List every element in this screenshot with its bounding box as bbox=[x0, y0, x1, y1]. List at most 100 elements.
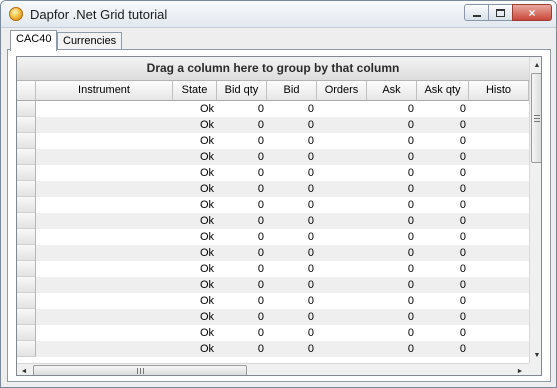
app-icon[interactable] bbox=[9, 7, 23, 21]
column-header-histo[interactable]: Histo bbox=[469, 81, 529, 101]
table-cell bbox=[317, 101, 367, 117]
table-row[interactable]: Ok 0 0 0 0 bbox=[17, 181, 529, 197]
table-cell: 0 bbox=[257, 279, 264, 291]
table-cell bbox=[36, 149, 173, 165]
row-selector[interactable] bbox=[17, 197, 36, 213]
horizontal-scrollbar[interactable]: ◄ ► bbox=[17, 363, 529, 375]
row-selector[interactable] bbox=[17, 277, 36, 293]
table-cell: 0 bbox=[407, 263, 414, 275]
table-row[interactable]: Ok 0 0 0 0 bbox=[17, 149, 529, 165]
table-row[interactable]: Ok 0 0 0 0 bbox=[17, 133, 529, 149]
scrollbar-corner bbox=[529, 363, 541, 375]
row-selector[interactable] bbox=[17, 229, 36, 245]
table-row[interactable]: Ok 0 0 0 0 bbox=[17, 293, 529, 309]
column-header-state[interactable]: State bbox=[173, 81, 217, 101]
header-corner[interactable] bbox=[17, 81, 36, 101]
vertical-scroll-thumb[interactable] bbox=[531, 73, 541, 163]
table-cell bbox=[36, 341, 173, 357]
table-cell: 0 bbox=[307, 295, 314, 307]
table-cell: Ok bbox=[199, 135, 214, 147]
row-selector[interactable] bbox=[17, 117, 36, 133]
maximize-button[interactable] bbox=[488, 4, 513, 21]
table-cell: 0 bbox=[459, 167, 466, 179]
table-cell bbox=[317, 261, 367, 277]
table-cell: 0 bbox=[459, 199, 466, 211]
table-row[interactable]: Ok 0 0 0 0 bbox=[17, 213, 529, 229]
row-selector[interactable] bbox=[17, 261, 36, 277]
table-row[interactable]: Ok 0 0 0 0 bbox=[17, 101, 529, 117]
row-selector[interactable] bbox=[17, 309, 36, 325]
table-cell bbox=[469, 325, 529, 341]
table-cell bbox=[469, 261, 529, 277]
table-row[interactable]: Ok 0 0 0 0 bbox=[17, 117, 529, 133]
table-cell bbox=[317, 181, 367, 197]
grip-icon bbox=[136, 368, 144, 374]
scroll-right-button[interactable]: ► bbox=[513, 363, 527, 375]
row-selector[interactable] bbox=[17, 101, 36, 117]
table-row[interactable]: Ok 0 0 0 0 bbox=[17, 341, 529, 357]
table-cell: 0 bbox=[407, 183, 414, 195]
table-row[interactable]: Ok 0 0 0 0 bbox=[17, 197, 529, 213]
table-cell bbox=[317, 341, 367, 357]
scroll-left-button[interactable]: ◄ bbox=[17, 363, 31, 375]
table-cell: 0 bbox=[307, 327, 314, 339]
table-cell: 0 bbox=[257, 327, 264, 339]
table-row[interactable]: Ok 0 0 0 0 bbox=[17, 165, 529, 181]
scroll-down-button[interactable]: ▼ bbox=[530, 347, 541, 363]
column-header-bid[interactable]: Bid bbox=[267, 81, 317, 101]
scroll-up-button[interactable]: ▲ bbox=[530, 57, 541, 73]
row-selector[interactable] bbox=[17, 165, 36, 181]
table-cell bbox=[469, 229, 529, 245]
row-selector[interactable] bbox=[17, 293, 36, 309]
table-cell bbox=[469, 117, 529, 133]
table-cell: 0 bbox=[407, 279, 414, 291]
table-cell: 0 bbox=[407, 343, 414, 355]
table-row[interactable]: Ok 0 0 0 0 bbox=[17, 325, 529, 341]
table-cell: 0 bbox=[257, 119, 264, 131]
table-cell: 0 bbox=[459, 119, 466, 131]
column-header-instrument[interactable]: Instrument bbox=[36, 81, 173, 101]
table-row[interactable]: Ok 0 0 0 0 bbox=[17, 277, 529, 293]
column-header-ask[interactable]: Ask bbox=[367, 81, 417, 101]
tab-cac40[interactable]: CAC40 bbox=[10, 30, 58, 51]
table-row[interactable]: Ok 0 0 0 0 bbox=[17, 245, 529, 261]
table-cell: 0 bbox=[257, 295, 264, 307]
table-cell: 0 bbox=[307, 199, 314, 211]
column-header-orders[interactable]: Orders bbox=[317, 81, 367, 101]
row-selector[interactable] bbox=[17, 133, 36, 149]
table-cell bbox=[36, 197, 173, 213]
title-bar[interactable]: Dapfor .Net Grid tutorial × bbox=[1, 1, 556, 28]
row-selector[interactable] bbox=[17, 213, 36, 229]
table-cell bbox=[469, 149, 529, 165]
table-cell: 0 bbox=[257, 343, 264, 355]
table-cell: 0 bbox=[257, 199, 264, 211]
row-selector[interactable] bbox=[17, 245, 36, 261]
column-header-ask-qty[interactable]: Ask qty bbox=[417, 81, 469, 101]
vertical-scrollbar[interactable]: ▲ ▼ bbox=[529, 57, 541, 363]
table-cell: 0 bbox=[407, 103, 414, 115]
table-row[interactable]: Ok 0 0 0 0 bbox=[17, 261, 529, 277]
row-selector[interactable] bbox=[17, 149, 36, 165]
table-cell bbox=[317, 277, 367, 293]
column-header-bid-qty[interactable]: Bid qty bbox=[217, 81, 267, 101]
row-selector[interactable] bbox=[17, 181, 36, 197]
table-cell: 0 bbox=[257, 231, 264, 243]
tab-panel: Drag a column here to group by that colu… bbox=[7, 49, 551, 382]
table-row[interactable]: Ok 0 0 0 0 bbox=[17, 229, 529, 245]
table-cell: 0 bbox=[459, 295, 466, 307]
row-selector[interactable] bbox=[17, 325, 36, 341]
table-cell: 0 bbox=[307, 215, 314, 227]
app-window: Dapfor .Net Grid tutorial × CAC40 Curren… bbox=[0, 0, 557, 388]
horizontal-scroll-thumb[interactable] bbox=[33, 365, 247, 375]
group-by-panel[interactable]: Drag a column here to group by that colu… bbox=[17, 57, 529, 81]
tab-currencies[interactable]: Currencies bbox=[57, 32, 123, 50]
close-button[interactable]: × bbox=[512, 4, 552, 21]
row-selector[interactable] bbox=[17, 341, 36, 357]
minimize-icon bbox=[472, 14, 481, 17]
table-cell bbox=[317, 245, 367, 261]
table-cell bbox=[36, 261, 173, 277]
table-cell: 0 bbox=[307, 167, 314, 179]
table-cell: 0 bbox=[459, 343, 466, 355]
table-row[interactable]: Ok 0 0 0 0 bbox=[17, 309, 529, 325]
minimize-button[interactable] bbox=[464, 4, 489, 21]
